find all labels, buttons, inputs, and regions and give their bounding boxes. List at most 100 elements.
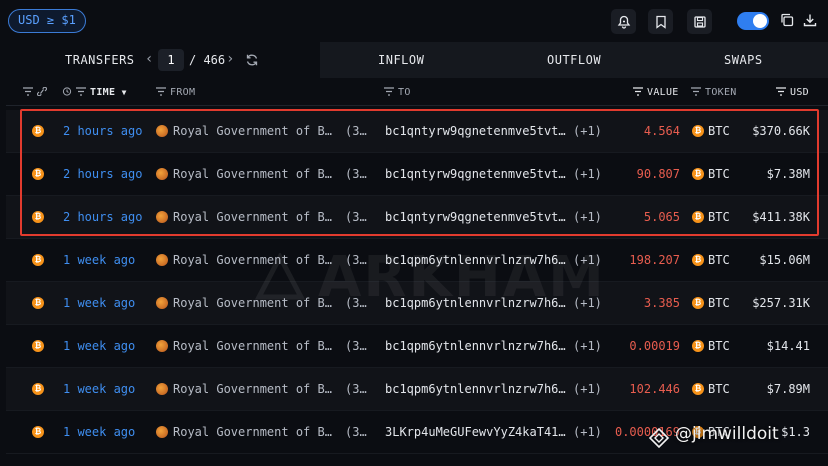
to-extra-count[interactable]: (+1): [573, 167, 602, 181]
from-entity[interactable]: Royal Government of B…: [173, 210, 332, 224]
to-extra-count[interactable]: (+1): [573, 124, 602, 138]
entity-icon: [156, 211, 168, 223]
page-number-input[interactable]: 1: [158, 49, 184, 71]
filter-icon: [691, 87, 701, 96]
btc-token-icon: ₿: [692, 211, 704, 223]
btc-chain-icon: ₿: [32, 211, 44, 223]
transfer-value: 0.00019: [629, 339, 680, 353]
sort-desc-icon[interactable]: ▼: [122, 88, 127, 97]
usd-amount: $14.41: [766, 339, 810, 353]
from-entity[interactable]: Royal Government of B…: [173, 382, 332, 396]
link-icon: [37, 87, 47, 96]
entity-icon: [156, 383, 168, 395]
value-column-header[interactable]: VALUE: [633, 87, 679, 98]
token-symbol[interactable]: BTC: [708, 339, 730, 353]
from-count: (3…: [345, 425, 367, 439]
entity-icon: [156, 340, 168, 352]
filter-icon: [633, 87, 643, 96]
transfer-value: 198.207: [629, 253, 680, 267]
table-row[interactable]: ₿ 2 hours ago Royal Government of B… (3……: [6, 196, 828, 239]
from-entity[interactable]: Royal Government of B…: [173, 253, 332, 267]
save-icon[interactable]: [687, 9, 712, 34]
usd-amount: $15.06M: [759, 253, 810, 267]
to-address[interactable]: bc1qpm6ytnlennvrlnzrw7h6…: [385, 339, 566, 353]
btc-chain-icon: ₿: [32, 125, 44, 137]
tab-outflow[interactable]: OUTFLOW: [547, 53, 601, 67]
tab-swaps[interactable]: SWAPS: [724, 53, 763, 67]
to-extra-count[interactable]: (+1): [573, 339, 602, 353]
filter-icon: [776, 87, 786, 96]
filter-icon: [76, 87, 86, 96]
table-row[interactable]: ₿ 1 week ago Royal Government of B… (3… …: [6, 368, 828, 411]
to-address[interactable]: bc1qntyrw9qgnetenmve5tvt…: [385, 167, 566, 181]
token-symbol[interactable]: BTC: [708, 210, 730, 224]
to-column-header[interactable]: TO: [384, 87, 411, 98]
entity-icon: [156, 125, 168, 137]
transfer-value: 4.564: [643, 124, 680, 138]
btc-chain-icon: ₿: [32, 297, 44, 309]
copy-icon[interactable]: [779, 12, 797, 30]
tab-bar: TRANSFERS ‹ 1 / 466 › INFLOW OUTFLOW SWA…: [6, 42, 828, 78]
tab-transfers[interactable]: TRANSFERS ‹ 1 / 466 ›: [6, 42, 320, 78]
to-extra-count[interactable]: (+1): [573, 382, 602, 396]
to-address[interactable]: bc1qntyrw9qgnetenmve5tvt…: [385, 124, 566, 138]
column-filter-icon[interactable]: [23, 87, 51, 98]
filter-icon: [384, 87, 394, 96]
entity-icon: [156, 426, 168, 438]
from-count: (3…: [345, 124, 367, 138]
table-row[interactable]: ₿ 2 hours ago Royal Government of B… (3……: [6, 110, 828, 153]
token-symbol[interactable]: BTC: [708, 253, 730, 267]
btc-token-icon: ₿: [692, 125, 704, 137]
from-entity[interactable]: Royal Government of B…: [173, 425, 332, 439]
time-link[interactable]: 1 week ago: [63, 253, 135, 267]
token-symbol[interactable]: BTC: [708, 382, 730, 396]
time-link[interactable]: 2 hours ago: [63, 210, 142, 224]
prev-page-icon[interactable]: ‹: [145, 51, 153, 67]
time-link[interactable]: 1 week ago: [63, 382, 135, 396]
to-address[interactable]: bc1qntyrw9qgnetenmve5tvt…: [385, 210, 566, 224]
token-symbol[interactable]: BTC: [708, 296, 730, 310]
to-extra-count[interactable]: (+1): [573, 425, 602, 439]
next-page-icon[interactable]: ›: [226, 51, 234, 67]
entity-icon: [156, 168, 168, 180]
refresh-icon[interactable]: [245, 52, 259, 71]
transfer-value: 3.385: [643, 296, 680, 310]
token-symbol[interactable]: BTC: [708, 124, 730, 138]
time-link[interactable]: 1 week ago: [63, 339, 135, 353]
time-link[interactable]: 2 hours ago: [63, 167, 142, 181]
token-symbol[interactable]: BTC: [708, 167, 730, 181]
watermark-text: ARKHAM: [318, 245, 606, 310]
usd-amount: $7.89M: [766, 382, 810, 396]
usd-column-header[interactable]: USD: [776, 87, 809, 98]
tab-inflow[interactable]: INFLOW: [378, 53, 424, 67]
table-row[interactable]: ₿ 1 week ago Royal Government of B… (3… …: [6, 325, 828, 368]
transfer-value: 90.807: [636, 167, 680, 181]
usd-amount: $257.31K: [752, 296, 810, 310]
bookmark-icon[interactable]: [648, 9, 673, 34]
to-address[interactable]: bc1qpm6ytnlennvrlnzrw7h6…: [385, 382, 566, 396]
from-entity[interactable]: Royal Government of B…: [173, 167, 332, 181]
time-column-header[interactable]: TIME ▼: [62, 87, 127, 98]
from-column-header[interactable]: FROM: [156, 87, 195, 98]
weibo-logo-icon: [648, 427, 670, 449]
time-link[interactable]: 1 week ago: [63, 425, 135, 439]
btc-chain-icon: ₿: [32, 254, 44, 266]
entity-icon: [156, 254, 168, 266]
usd-filter-pill[interactable]: USD ≥ $1: [8, 9, 86, 33]
tab-transfers-label: TRANSFERS: [65, 53, 135, 67]
toggle-switch[interactable]: [737, 12, 769, 30]
to-address[interactable]: 3LKrp4uMeGUFewvYyZ4kaT41…: [385, 425, 566, 439]
to-extra-count[interactable]: (+1): [573, 210, 602, 224]
alert-bell-icon[interactable]: [611, 9, 636, 34]
from-count: (3…: [345, 210, 367, 224]
clock-icon: [62, 87, 72, 96]
from-entity[interactable]: Royal Government of B…: [173, 124, 332, 138]
from-entity[interactable]: Royal Government of B…: [173, 296, 332, 310]
time-link[interactable]: 2 hours ago: [63, 124, 142, 138]
table-row[interactable]: ₿ 2 hours ago Royal Government of B… (3……: [6, 153, 828, 196]
download-icon[interactable]: [802, 12, 820, 30]
btc-chain-icon: ₿: [32, 426, 44, 438]
from-entity[interactable]: Royal Government of B…: [173, 339, 332, 353]
token-column-header[interactable]: TOKEN: [691, 87, 737, 98]
time-link[interactable]: 1 week ago: [63, 296, 135, 310]
